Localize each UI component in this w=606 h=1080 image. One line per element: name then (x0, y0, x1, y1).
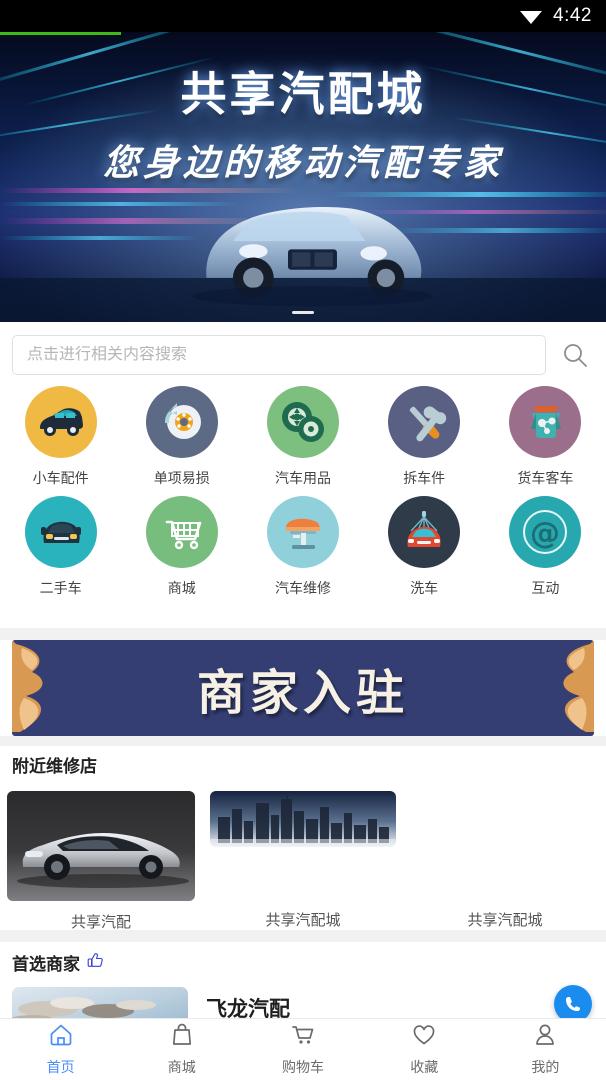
search-icon[interactable] (556, 335, 594, 375)
wrench-screwdriver-icon (388, 386, 461, 458)
category-label: 汽车用品 (274, 470, 331, 486)
progress-fill (0, 32, 122, 35)
tab-label: 收藏 (410, 1059, 439, 1075)
person-icon (532, 1022, 558, 1053)
home-icon (48, 1022, 74, 1053)
tab-favorites[interactable]: 收藏 (364, 1019, 485, 1080)
tab-label: 购物车 (282, 1059, 324, 1075)
merchant-join-title: 商家入驻 (196, 665, 409, 721)
nearby-shop-name: 共享汽配城 (467, 912, 543, 929)
engine-icon (509, 386, 582, 458)
category-item-car-repair[interactable]: 汽车维修 (242, 496, 363, 598)
tab-cart[interactable]: 购物车 (242, 1019, 363, 1080)
heart-icon (411, 1022, 437, 1053)
car-side-icon (24, 386, 97, 458)
nearby-shop-name: 共享汽配 (70, 914, 131, 931)
hero-title: 共享汽配城 (180, 67, 426, 121)
nearby-shops-title: 附近维修店 (12, 757, 97, 776)
category-label: 小车配件 (32, 470, 89, 486)
category-label: 洗车 (410, 580, 439, 596)
category-item-interaction[interactable]: @ 互动 (485, 496, 606, 598)
nearby-shop-name: 共享汽配城 (265, 912, 341, 929)
search-input[interactable] (27, 346, 531, 364)
section-divider-2 (0, 736, 606, 746)
car-front-icon (24, 496, 97, 568)
car-wash-icon (388, 496, 461, 568)
tab-mall[interactable]: 商城 (121, 1019, 242, 1080)
category-item-salvage-parts[interactable]: 拆车件 (364, 386, 485, 488)
sports-car-photo (7, 791, 195, 901)
cart-icon (290, 1022, 316, 1053)
section-divider-3 (0, 930, 606, 942)
category-item-auto-supplies[interactable]: 汽车用品 (242, 386, 363, 488)
category-label: 单项易损 (153, 470, 210, 486)
nearby-shops-list: 共享汽配 共享汽配城 共享汽配城 (0, 791, 606, 932)
bottom-tab-bar: 首页 商城 购物车 收藏 我的 (0, 1018, 606, 1080)
car-lift-icon (266, 496, 339, 568)
search-input-wrapper[interactable] (12, 335, 546, 375)
nearby-shop-item[interactable]: 共享汽配城 (404, 791, 606, 932)
nearby-shop-item[interactable]: 共享汽配 (0, 791, 202, 932)
category-label: 二手车 (39, 580, 82, 596)
section-divider (0, 628, 606, 640)
category-label: 商城 (167, 580, 196, 596)
category-label: 拆车件 (403, 470, 446, 486)
shopping-bag-icon (169, 1022, 195, 1053)
preferred-merchants-label: 首选商家 (12, 955, 80, 974)
category-item-truck-bus[interactable]: 货车客车 (485, 386, 606, 488)
category-item-wear-parts[interactable]: 单项易损 (121, 386, 242, 488)
category-item-mall[interactable]: 商城 (121, 496, 242, 598)
phone-icon (566, 997, 580, 1011)
nearby-shop-item[interactable]: 共享汽配城 (202, 791, 404, 932)
tab-profile[interactable]: 我的 (485, 1019, 606, 1080)
preferred-merchants-title: 首选商家 (0, 950, 606, 975)
tab-label: 商城 (167, 1059, 196, 1075)
tab-label: 首页 (46, 1059, 75, 1075)
at-sign-icon: @ (509, 496, 582, 568)
city-skyline-photo (210, 791, 396, 847)
tab-label: 我的 (531, 1059, 560, 1075)
search-bar (0, 332, 606, 378)
category-label: 汽车维修 (274, 580, 331, 596)
status-bar-clock: 4:42 (553, 5, 592, 26)
tire-icon (266, 386, 339, 458)
category-item-car-parts[interactable]: 小车配件 (0, 386, 121, 488)
page-load-progress (0, 32, 606, 35)
hero-banner-carousel[interactable]: 共享汽配城 您身边的移动汽配专家 (0, 32, 606, 322)
category-item-car-wash[interactable]: 洗车 (364, 496, 485, 598)
category-label: 货车客车 (517, 470, 574, 486)
shopping-cart-icon (145, 496, 218, 568)
app-root: 4:42 共享汽配城 您身边的移动汽配专家 点击进行相关内容搜索 小车配件 单项… (0, 0, 606, 1080)
hero-text-block: 共享汽配城 您身边的移动汽配专家 (0, 32, 606, 322)
brake-disc-icon (145, 386, 218, 458)
status-bar: 4:42 (0, 0, 606, 32)
hero-subtitle: 您身边的移动汽配专家 (102, 142, 503, 184)
tab-home[interactable]: 首页 (0, 1019, 121, 1080)
carousel-page-indicator[interactable] (292, 311, 314, 314)
shop-thumb-empty (412, 791, 598, 847)
thumbs-up-icon (87, 952, 104, 974)
nearby-shops-section: 附近维修店 共享汽配 共享汽配城 共享汽配城 (0, 752, 606, 932)
wifi-icon (519, 7, 543, 25)
svg-text:@: @ (530, 516, 560, 551)
category-grid: 小车配件 单项易损 汽车用品 拆车件 货车客车 二手车 商城 汽车维修 洗车 @… (0, 386, 606, 598)
merchant-join-banner[interactable]: 商家入驻 (12, 640, 594, 736)
category-label: 互动 (531, 580, 560, 596)
category-item-used-cars[interactable]: 二手车 (0, 496, 121, 598)
